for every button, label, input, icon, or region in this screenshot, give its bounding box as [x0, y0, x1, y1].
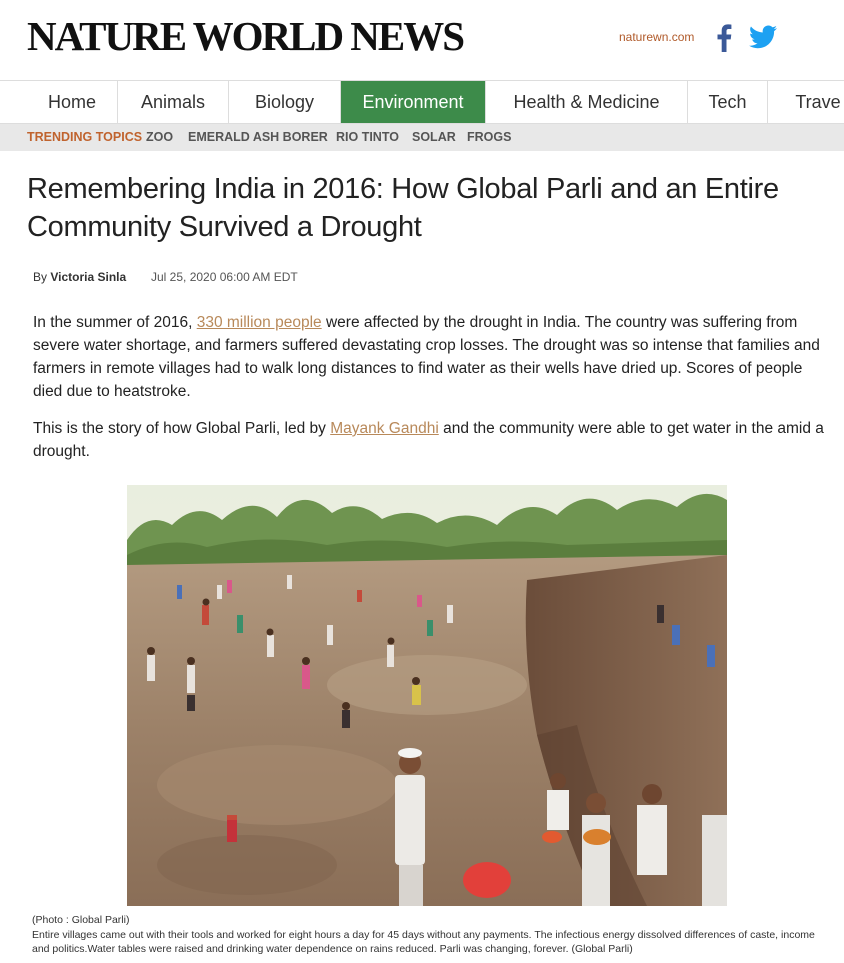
publish-date: Jul 25, 2020 06:00 AM EDT [151, 270, 298, 284]
nav-item-travel[interactable]: Trave [768, 81, 844, 123]
site-link[interactable]: naturewn.com [619, 30, 694, 44]
photo-caption-block: (Photo : Global Parli) Entire villages c… [32, 913, 832, 957]
inline-link-mayank-gandhi[interactable]: Mayank Gandhi [330, 420, 439, 437]
trending-topic-frogs[interactable]: FROGS [467, 124, 511, 151]
site-logo[interactable]: NATURE WORLD NEWS [27, 12, 465, 60]
article-headline: Remembering India in 2016: How Global Pa… [27, 173, 779, 243]
nav-item-home[interactable]: Home [27, 81, 118, 123]
twitter-icon[interactable] [749, 24, 777, 50]
trending-label: TRENDING TOPICS [27, 130, 143, 144]
article-paragraph-1: In the summer of 2016, 330 million peopl… [33, 311, 828, 403]
trending-bar: TRENDING TOPICS ZOO EMERALD ASH BORER RI… [0, 124, 844, 151]
trending-topic-solar[interactable]: SOLAR [412, 124, 456, 151]
paragraph-text: This is the story of how Global Parli, l… [33, 420, 331, 437]
article-paragraph-2: This is the story of how Global Parli, l… [33, 417, 828, 463]
trending-topic-emerald-ash-borer[interactable]: EMERALD ASH BORER [188, 124, 328, 151]
photo-credit: (Photo : Global Parli) [32, 914, 130, 926]
nav-item-biology[interactable]: Biology [229, 81, 341, 123]
paragraph-text: In the summer of 2016, [33, 314, 197, 331]
trending-topic-rio-tinto[interactable]: RIO TINTO [336, 124, 399, 151]
site-header: NATURE WORLD NEWS naturewn.com [0, 0, 844, 80]
nav-item-environment[interactable]: Environment [341, 81, 486, 123]
trending-topic-zoo[interactable]: ZOO [146, 124, 173, 151]
author-name[interactable]: Victoria Sinla [50, 270, 126, 284]
main-nav: Home Animals Biology Environment Health … [0, 80, 844, 124]
byline-prefix: By [33, 270, 51, 284]
nav-item-animals[interactable]: Animals [118, 81, 229, 123]
nav-item-health-medicine[interactable]: Health & Medicine [486, 81, 688, 123]
photo-caption: Entire villages came out with their tool… [32, 928, 815, 956]
inline-link-330-million[interactable]: 330 million people [197, 314, 322, 331]
facebook-icon[interactable] [716, 24, 732, 52]
nav-item-tech[interactable]: Tech [688, 81, 768, 123]
article-photo [127, 485, 727, 906]
article-byline: By Victoria Sinla Jul 25, 2020 06:00 AM … [33, 270, 298, 284]
